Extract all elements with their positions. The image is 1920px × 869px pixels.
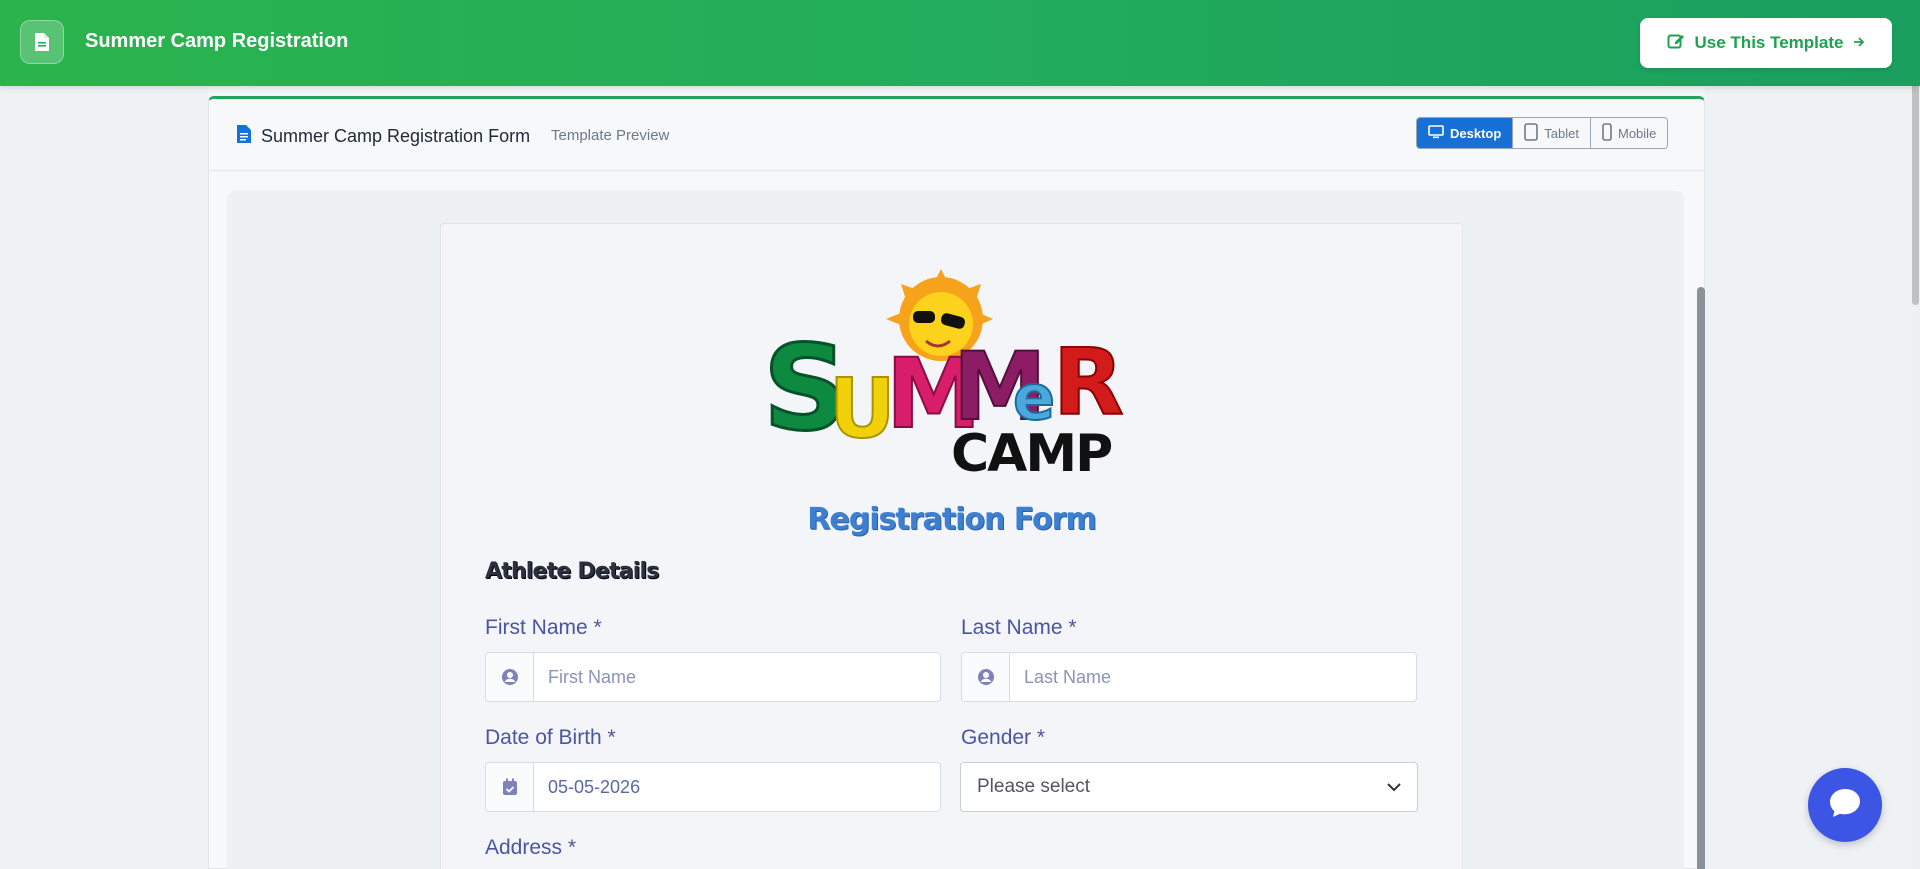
app-title: Summer Camp Registration — [85, 30, 349, 52]
use-template-label: Use This Template — [1694, 33, 1844, 52]
chevron-down-icon — [1387, 776, 1401, 798]
form-card: S U M M e R CAMP Registration Form Athle… — [440, 223, 1463, 869]
registration-heading: Registration Form — [807, 502, 1096, 537]
panel-title: Summer Camp Registration Form — [237, 125, 530, 148]
device-tablet-button[interactable]: Tablet — [1513, 118, 1591, 148]
left-gutter — [0, 86, 208, 869]
last-name-field — [961, 652, 1417, 702]
panel-header: Summer Camp Registration Form Template P… — [209, 99, 1704, 171]
mobile-icon — [1602, 122, 1612, 144]
preview-area: S U M M e R CAMP Registration Form Athle… — [227, 191, 1705, 869]
page-scrollbar[interactable] — [1911, 0, 1920, 869]
device-desktop-label: Desktop — [1450, 125, 1502, 141]
top-bar: Summer Camp Registration Use This Templa… — [0, 0, 1920, 86]
preview-scrollbar[interactable] — [1697, 287, 1705, 869]
preview-panel: Summer Camp Registration Form Template P… — [208, 96, 1705, 869]
chat-bubble-icon — [1828, 787, 1862, 824]
address-label: Address * — [485, 836, 577, 859]
device-mobile-label: Mobile — [1618, 125, 1657, 141]
last-name-input[interactable] — [1010, 653, 1416, 701]
first-name-input[interactable] — [534, 653, 940, 701]
tablet-icon — [1524, 122, 1539, 144]
panel-subtitle: Template Preview — [551, 127, 670, 144]
document-icon — [20, 20, 64, 64]
svg-text:R: R — [1053, 329, 1124, 436]
panel-title-text: Summer Camp Registration Form — [261, 126, 531, 146]
desktop-icon — [1428, 124, 1444, 142]
section-athlete-details: Athlete Details — [485, 559, 659, 584]
dob-label: Date of Birth * — [485, 726, 616, 749]
chat-button[interactable] — [1808, 768, 1882, 842]
svg-text:CAMP: CAMP — [951, 424, 1111, 474]
gender-select-value: Please select — [977, 776, 1091, 797]
device-mobile-button[interactable]: Mobile — [1591, 118, 1668, 148]
first-name-field — [485, 652, 941, 702]
device-desktop-button[interactable]: Desktop — [1417, 118, 1514, 148]
device-toggle: Desktop Tablet Mobile — [1416, 117, 1669, 149]
right-gutter — [1705, 86, 1920, 869]
arrow-right-icon — [1853, 33, 1865, 53]
calendar-check-icon — [486, 763, 534, 811]
use-template-button[interactable]: Use This Template — [1640, 18, 1892, 68]
user-circle-icon — [486, 653, 534, 701]
file-icon — [237, 125, 251, 148]
first-name-label: First Name * — [485, 616, 602, 639]
user-circle-icon — [962, 653, 1010, 701]
last-name-label: Last Name * — [961, 616, 1077, 639]
edit-icon — [1667, 32, 1685, 55]
dob-input[interactable] — [534, 763, 940, 811]
dob-field — [485, 762, 941, 812]
gender-label: Gender * — [961, 726, 1046, 749]
summer-camp-logo: S U M M e R CAMP — [762, 269, 1125, 474]
device-tablet-label: Tablet — [1544, 125, 1579, 141]
gender-select[interactable]: Please select — [960, 762, 1418, 812]
